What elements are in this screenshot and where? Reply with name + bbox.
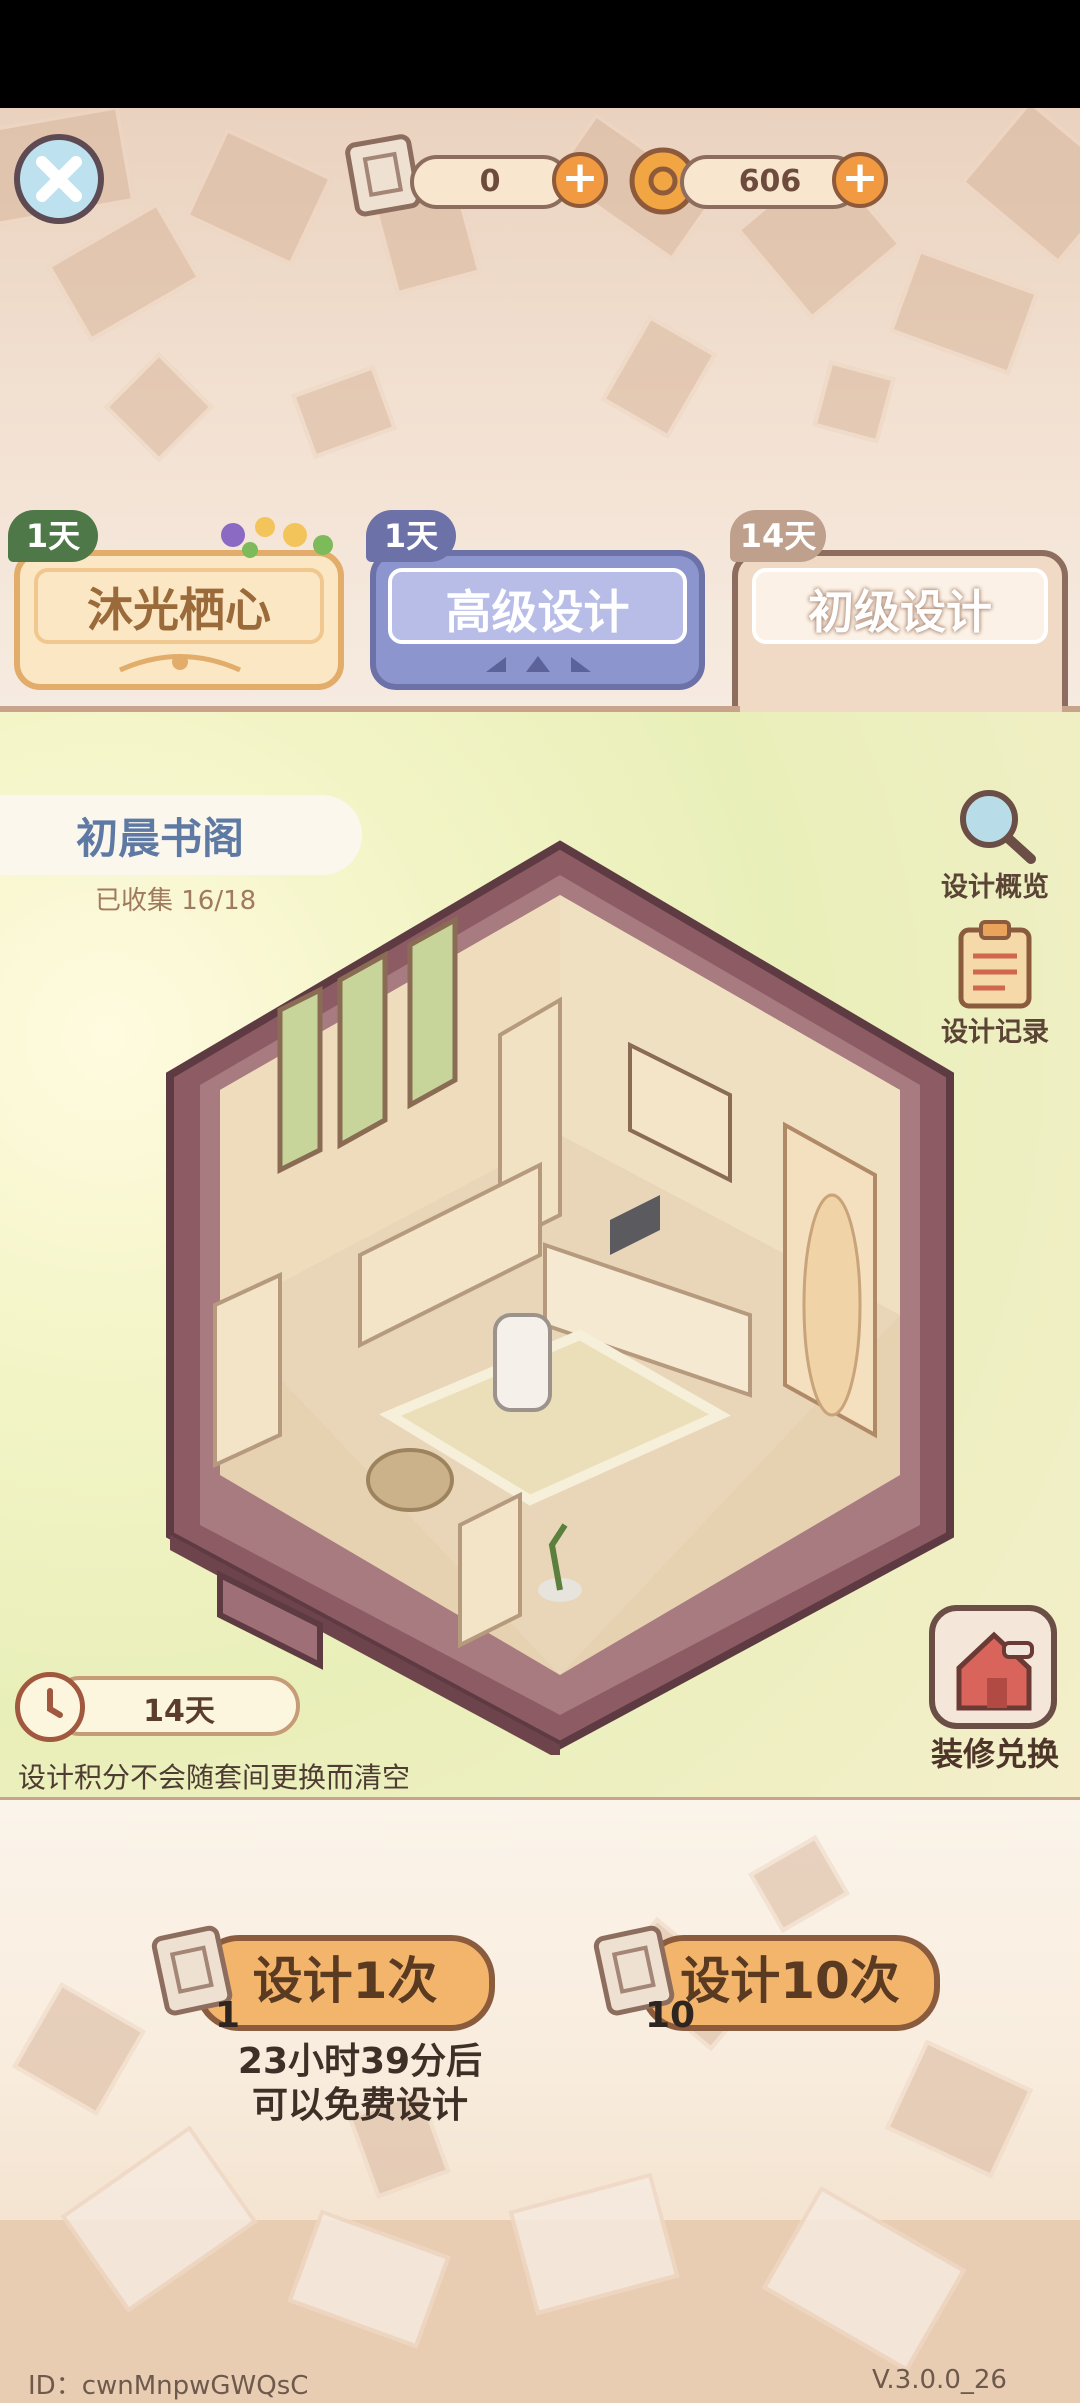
flower-decoration-icon — [205, 505, 355, 575]
renovation-exchange-button[interactable]: 装修兑换 — [925, 1605, 1065, 1773]
remaining-days: 14天 — [143, 1694, 215, 1729]
house-paint-roller-icon — [956, 1631, 1034, 1711]
design-overview-button[interactable]: 设计概览 — [935, 785, 1055, 903]
close-icon — [36, 156, 82, 202]
design-overview-label: 设计概览 — [941, 872, 1049, 903]
status-bar — [0, 0, 1080, 108]
renovation-exchange-label: 装修兑换 — [930, 1735, 1059, 1773]
clipboard-icon — [958, 920, 1032, 1009]
design-once-cost: 1 — [215, 1995, 241, 2036]
design-once-label: 设计1次 — [252, 1952, 438, 2010]
design-record-button[interactable]: 设计记录 — [935, 920, 1055, 1050]
ornament-icon — [486, 656, 591, 672]
player-id: ID：cwnMnpwGWQsC — [28, 2371, 309, 2401]
timer-pill: 14天 — [50, 1676, 300, 1736]
scroll-count: 0 — [410, 155, 570, 209]
close-button[interactable] — [14, 134, 104, 224]
free-countdown-line1: 23小时39分后 — [237, 2041, 483, 2082]
tab-day-badge: 1天 — [8, 510, 98, 562]
tab-label: 高级设计 — [445, 585, 630, 639]
add-scroll-button[interactable]: + — [552, 152, 608, 208]
tab-advanced-design[interactable]: 高级设计 — [370, 550, 705, 690]
ornament-icon — [118, 654, 242, 673]
free-design-countdown: 23小时39分后 可以免费设计 — [160, 2040, 560, 2128]
tab-label: 初级设计 — [808, 585, 992, 639]
version-label: V.3.0.0_26 — [872, 2365, 1007, 2395]
design-record-label: 设计记录 — [941, 1017, 1049, 1048]
tab-day-badge: 1天 — [366, 510, 456, 562]
tab-day-badge: 14天 — [730, 510, 826, 562]
tab-label: 沐光栖心 — [87, 583, 271, 637]
design-ten-label: 设计10次 — [680, 1952, 900, 2010]
add-coin-button[interactable]: + — [832, 152, 888, 208]
free-countdown-line2: 可以免费设计 — [251, 2085, 468, 2126]
magnifier-icon — [960, 790, 1036, 864]
room-illustration — [166, 840, 954, 1755]
clock-icon — [15, 1672, 85, 1742]
points-note: 设计积分不会随套间更换而清空 — [18, 1761, 411, 1794]
design-ten-cost: 10 — [645, 1995, 696, 2036]
